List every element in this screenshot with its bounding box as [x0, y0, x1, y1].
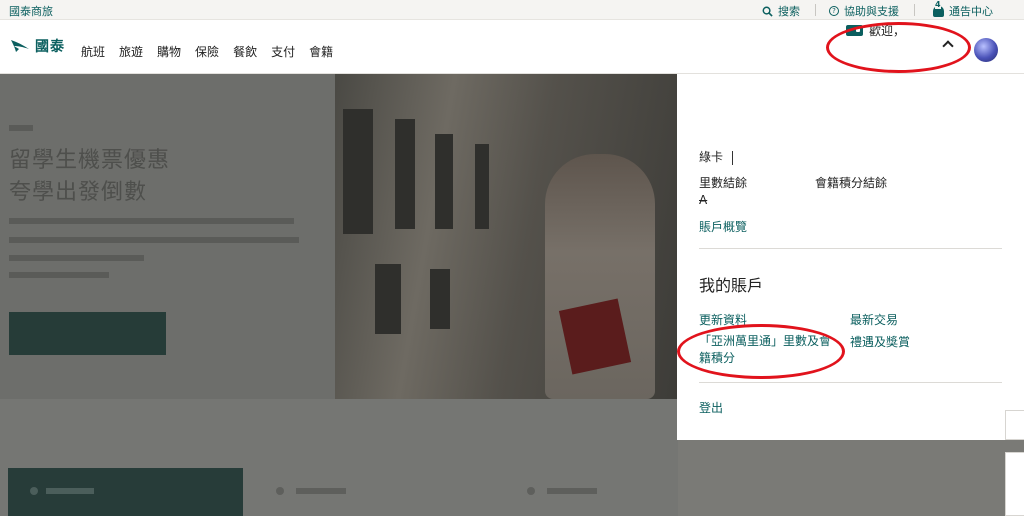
tab-label-placeholder [46, 488, 94, 494]
notification-count-badge: 4 [935, 0, 941, 9]
update-profile-link[interactable]: 更新資料 [699, 311, 747, 328]
hero-image [335, 74, 678, 399]
help-support-label: 協助與支援 [844, 5, 899, 18]
tab-icon [276, 487, 284, 495]
help-support-link[interactable]: ? 協助與支援 [829, 3, 899, 19]
utility-divider [815, 4, 816, 16]
help-icon: ? [829, 6, 839, 16]
miles-balance-value: A [699, 193, 708, 207]
utility-bar: 國泰商旅 搜索 ? 協助與支援 4 通告中心 [0, 0, 1024, 20]
tab-label-placeholder [296, 488, 346, 494]
cathay-logo[interactable]: 國泰 [10, 36, 65, 56]
tab-icon [527, 487, 535, 495]
hero-tag-placeholder [9, 125, 33, 131]
nav-item-payment[interactable]: 支付 [271, 43, 295, 60]
utility-divider [914, 4, 915, 16]
logout-link[interactable]: 登出 [699, 399, 723, 416]
search-label: 搜索 [778, 5, 800, 18]
search-icon [762, 6, 773, 17]
asia-miles-link-text: 籍積分 [699, 351, 736, 365]
logo-text: 國泰 [35, 39, 65, 55]
nav-item-dining[interactable]: 餐飲 [233, 43, 257, 60]
hero-title-line: 留學生機票優惠 [9, 148, 171, 173]
asia-miles-link-text: 「亞洲萬里通」里數及會 [699, 334, 832, 348]
window-shape [395, 119, 415, 229]
status-points-label: 會籍積分結餘 [815, 176, 888, 190]
hero-title-line: 夸學出發倒數 [9, 180, 148, 205]
account-menu-toggle[interactable]: 歡迎， [846, 22, 905, 39]
window-shape [475, 144, 489, 229]
window-shape [343, 109, 373, 234]
hero-body-line [9, 272, 109, 278]
window-shape [435, 134, 453, 229]
avatar[interactable] [974, 38, 998, 62]
latest-transactions-link[interactable]: 最新交易 [850, 311, 898, 328]
search-link[interactable]: 搜索 [762, 3, 800, 19]
tier-label: 綠卡 [699, 148, 734, 165]
hero-cta-button[interactable] [9, 312, 166, 355]
nav-item-shopping[interactable]: 購物 [157, 43, 181, 60]
dropdown-divider [699, 248, 1002, 249]
benefits-rewards-link[interactable]: 禮遇及獎賞 [850, 333, 910, 350]
asia-miles-points-link[interactable]: 「亞洲萬里通」里數及會 籍積分 [699, 333, 831, 367]
nav-item-holidays[interactable]: 旅遊 [119, 43, 143, 60]
side-chat-widget[interactable] [1005, 452, 1024, 516]
dropdown-divider [699, 382, 1002, 383]
brushwing-logo-icon [11, 40, 29, 52]
tab-icon [30, 487, 38, 495]
booking-tab-active[interactable] [8, 468, 243, 516]
welcome-label: 歡迎， [869, 24, 906, 38]
account-dropdown [677, 74, 1024, 440]
hero-body-line [9, 255, 144, 261]
hero-body-line [9, 237, 299, 243]
window-shape [430, 269, 450, 329]
hero-title: 留學生機票優惠 夸學出發倒數 [9, 145, 170, 209]
tab-label-placeholder [547, 488, 597, 494]
bell-icon: 4 [933, 0, 944, 17]
side-feedback-widget[interactable] [1005, 410, 1024, 440]
notification-center-link[interactable]: 4 通告中心 [933, 0, 993, 19]
account-overview-link[interactable]: 賬戶概覽 [699, 218, 747, 235]
window-shape [375, 264, 401, 334]
miles-balance-label: 里數結餘 [699, 176, 748, 190]
hero-body-line [9, 218, 294, 224]
membership-card-icon [846, 25, 863, 36]
primary-nav-links: 航班 旅遊 購物 保險 餐飲 支付 會籍 [81, 43, 333, 60]
my-account-heading: 我的賬戶 [699, 276, 764, 295]
cathay-hotels-link[interactable]: 國泰商旅 [9, 3, 53, 19]
notification-center-label: 通告中心 [949, 5, 993, 18]
nav-item-insurance[interactable]: 保險 [195, 43, 219, 60]
nav-item-flights[interactable]: 航班 [81, 43, 105, 60]
nav-item-membership[interactable]: 會籍 [309, 43, 333, 60]
